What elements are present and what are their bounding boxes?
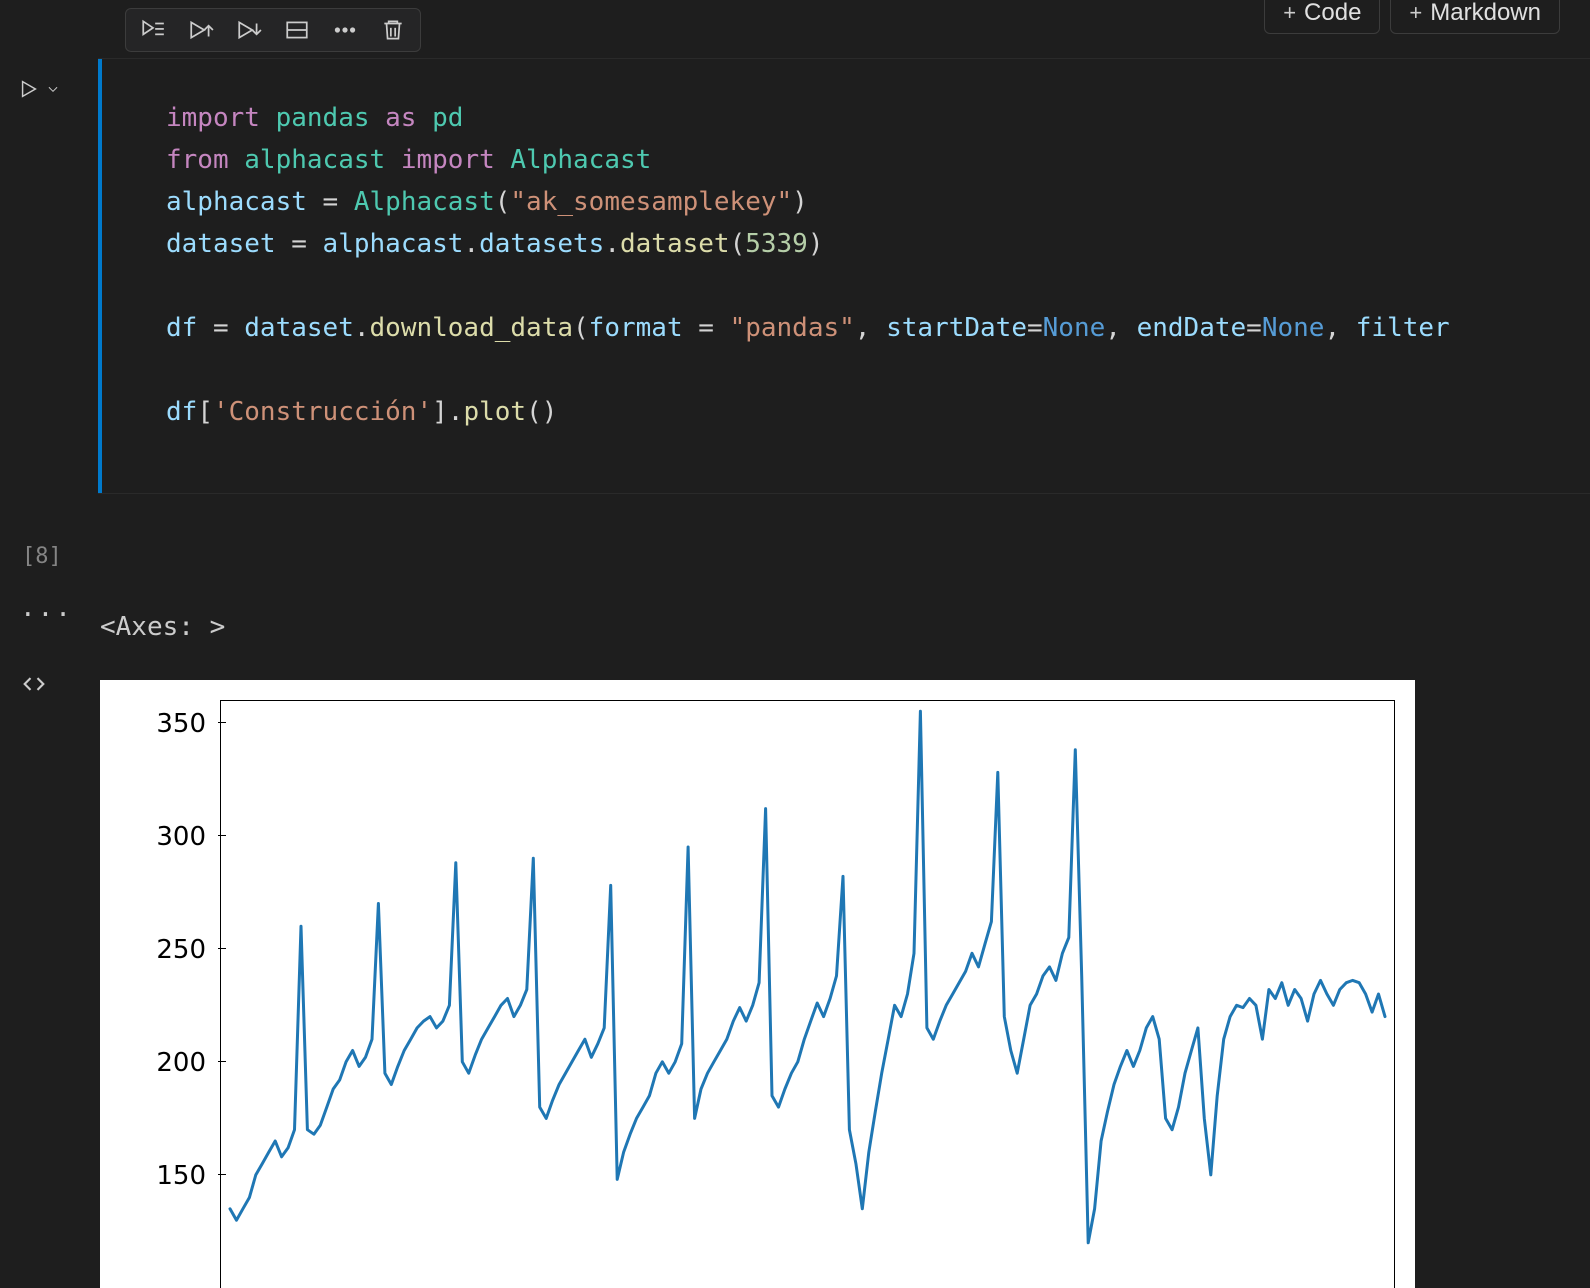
ytick: 350 xyxy=(100,709,220,739)
ytick-label: 250 xyxy=(156,935,220,965)
code-editor[interactable]: import pandas as pd from alphacast impor… xyxy=(166,97,1590,433)
plus-icon: + xyxy=(1409,0,1422,26)
cell-focus-marker xyxy=(98,59,102,493)
run-above-icon[interactable] xyxy=(188,17,214,43)
plot-output: 150 200 250 300 350 xyxy=(100,680,1415,1288)
plus-icon: + xyxy=(1283,0,1296,26)
output-mimetype-icon[interactable] xyxy=(20,670,73,702)
ytick: 200 xyxy=(100,1048,220,1078)
run-by-line-icon[interactable] xyxy=(140,17,166,43)
add-markdown-button[interactable]: + Markdown xyxy=(1390,0,1560,34)
delete-cell-icon[interactable] xyxy=(380,17,406,43)
ytick-label: 300 xyxy=(156,822,220,852)
add-code-label: Code xyxy=(1304,0,1361,27)
cell-toolbar xyxy=(125,8,421,52)
more-actions-icon[interactable] xyxy=(332,17,358,43)
ytick: 250 xyxy=(100,935,220,965)
code-cell[interactable]: import pandas as pd from alphacast impor… xyxy=(98,58,1590,494)
add-code-button[interactable]: + Code xyxy=(1264,0,1380,34)
run-cell-button[interactable] xyxy=(18,78,60,100)
ytick-label: 150 xyxy=(156,1161,220,1191)
plot-line xyxy=(220,700,1395,1288)
ytick: 300 xyxy=(100,822,220,852)
split-cell-icon[interactable] xyxy=(284,17,310,43)
ytick-label: 200 xyxy=(156,1048,220,1078)
run-below-icon[interactable] xyxy=(236,17,262,43)
ytick-label: 350 xyxy=(156,709,220,739)
output-text: <Axes: > xyxy=(100,612,225,642)
execution-count: [8] xyxy=(22,544,62,569)
add-markdown-label: Markdown xyxy=(1430,0,1541,27)
chevron-down-icon[interactable] xyxy=(46,82,60,96)
output-more-icon[interactable]: ··· xyxy=(20,600,73,630)
ytick: 150 xyxy=(100,1161,220,1191)
